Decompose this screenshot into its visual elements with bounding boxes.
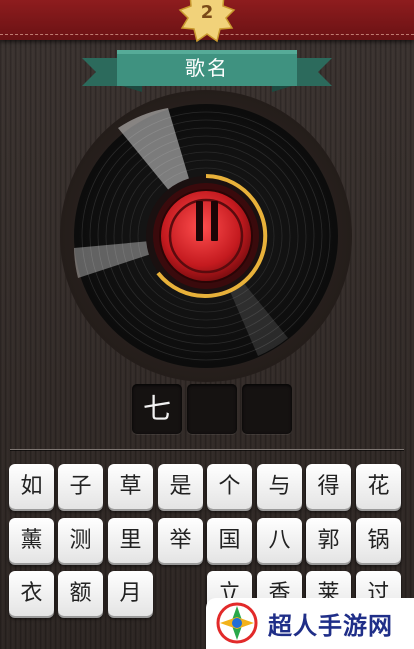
char-key[interactable]: 里 <box>108 518 153 563</box>
char-key[interactable]: 子 <box>58 464 103 509</box>
char-key[interactable]: 举 <box>158 518 203 563</box>
char-key[interactable]: 八 <box>257 518 302 563</box>
watermark-logo-icon <box>216 602 258 644</box>
answer-slot[interactable] <box>187 384 237 434</box>
char-key[interactable]: 花 <box>356 464 401 509</box>
char-key[interactable]: 薰 <box>9 518 54 563</box>
char-key[interactable]: 测 <box>58 518 103 563</box>
char-key[interactable]: 个 <box>207 464 252 509</box>
char-key[interactable]: 衣 <box>9 571 54 616</box>
char-key[interactable]: 额 <box>58 571 103 616</box>
divider <box>10 449 404 450</box>
pause-button[interactable] <box>159 172 255 268</box>
char-key[interactable]: 与 <box>257 464 302 509</box>
char-key[interactable]: 月 <box>108 571 153 616</box>
song-name-title: 歌名 <box>185 56 229 80</box>
char-key[interactable]: 郭 <box>306 518 351 563</box>
char-key[interactable]: 锅 <box>356 518 401 563</box>
char-key[interactable]: 是 <box>158 464 203 509</box>
char-key[interactable]: 如 <box>9 464 54 509</box>
site-watermark: 超人手游网 <box>206 598 414 649</box>
char-key[interactable]: 得 <box>306 464 351 509</box>
char-key[interactable]: 草 <box>108 464 153 509</box>
answer-slot[interactable] <box>242 384 292 434</box>
pause-icon <box>196 201 218 241</box>
answer-slot[interactable]: 七 <box>132 384 182 434</box>
char-key[interactable]: 国 <box>207 518 252 563</box>
watermark-text: 超人手游网 <box>268 612 393 640</box>
level-number: 2 <box>200 2 214 23</box>
